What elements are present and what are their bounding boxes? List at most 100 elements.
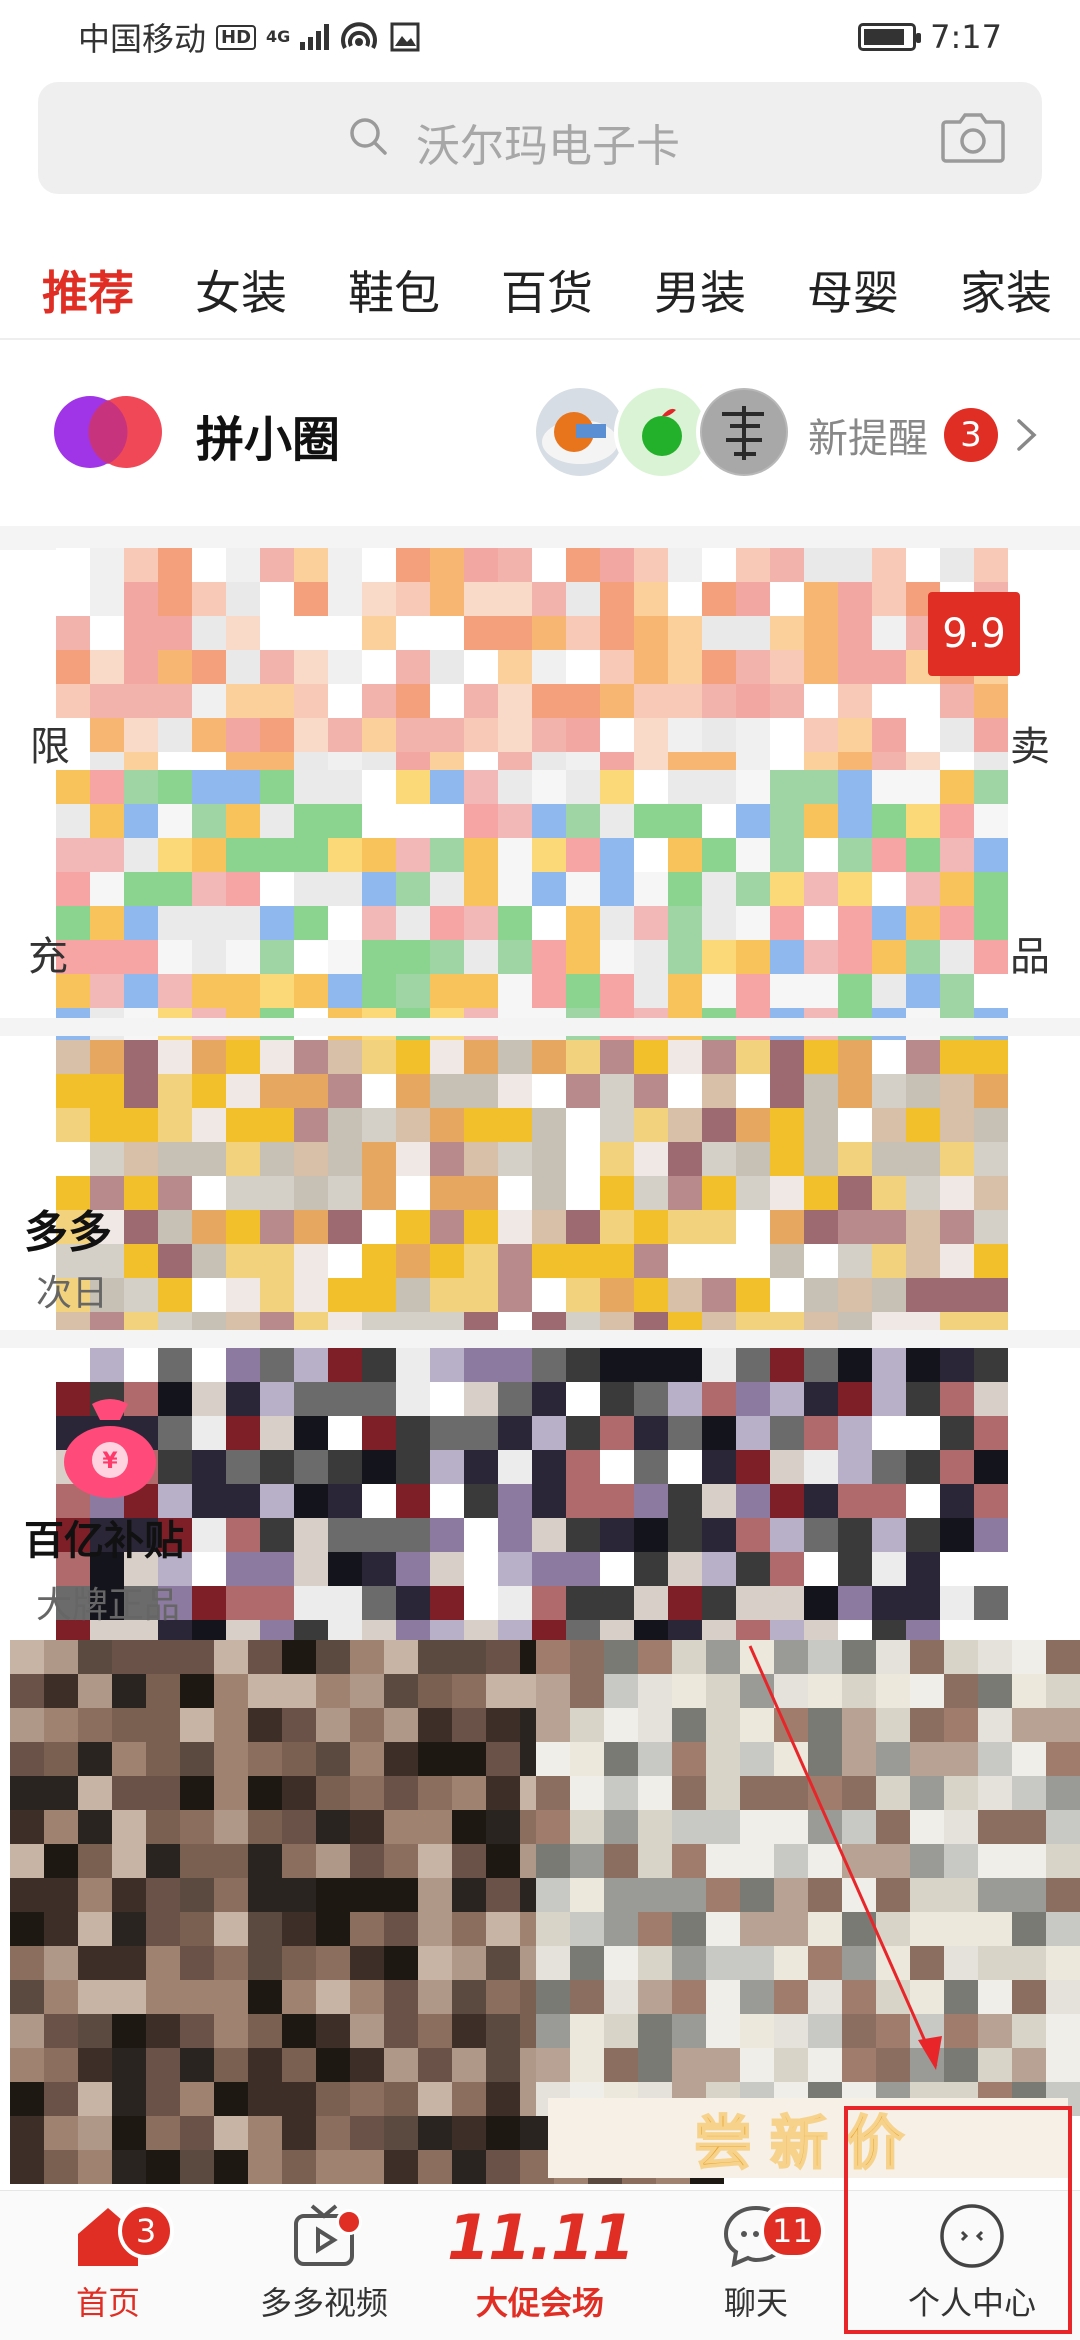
- mosaic-cell: [124, 1348, 158, 1382]
- mosaic-cell: [702, 940, 736, 974]
- mosaic-cell: [316, 2048, 350, 2082]
- mosaic-cell: [452, 1946, 486, 1980]
- mosaic-cell: [940, 548, 974, 582]
- mosaic-cell: [566, 974, 600, 1008]
- mosaic-cell: [294, 1348, 328, 1382]
- mosaic-cell: [872, 872, 906, 906]
- mosaic-cell: [804, 872, 838, 906]
- mosaic-cell: [56, 1074, 90, 1108]
- mosaic-cell: [260, 650, 294, 684]
- mosaic-cell: [808, 1980, 842, 2014]
- mosaic-cell: [668, 1108, 702, 1142]
- mosaic-cell: [736, 1382, 770, 1416]
- mosaic-cell: [906, 1210, 940, 1244]
- tab-general[interactable]: 百货: [501, 257, 593, 323]
- mosaic-cell: [736, 616, 770, 650]
- mosaic-cell: [842, 1640, 876, 1674]
- mosaic-cell: [566, 1586, 600, 1620]
- mosaic-cell: [978, 1674, 1012, 1708]
- nav-home[interactable]: 3 首页: [0, 2191, 216, 2340]
- mosaic-cell: [112, 1980, 146, 2014]
- mosaic-cell: [1012, 1878, 1046, 1912]
- mosaic-cell: [260, 770, 294, 804]
- mosaic-cell: [600, 872, 634, 906]
- mosaic-cell: [158, 1074, 192, 1108]
- mosaic-cell: [804, 1244, 838, 1278]
- mosaic-cell: [566, 872, 600, 906]
- mosaic-block: [56, 1040, 1008, 1346]
- search-placeholder[interactable]: 沃尔玛电子卡: [416, 110, 680, 174]
- search-bar[interactable]: 沃尔玛电子卡: [38, 82, 1042, 194]
- mosaic-cell: [396, 1040, 430, 1074]
- mosaic-cell: [430, 616, 464, 650]
- mosaic-cell: [294, 940, 328, 974]
- mosaic-cell: [44, 1946, 78, 1980]
- mosaic-cell: [872, 1416, 906, 1450]
- mosaic-cell: [396, 872, 430, 906]
- mosaic-cell: [328, 582, 362, 616]
- mosaic-cell: [464, 838, 498, 872]
- tab-shoes-bags[interactable]: 鞋包: [348, 257, 440, 323]
- mosaic-cell: [600, 1382, 634, 1416]
- mosaic-cell: [740, 2048, 774, 2082]
- mosaic-cell: [78, 1878, 112, 1912]
- pin-circle-row[interactable]: 拼小圈 新提醒 3: [0, 342, 1080, 522]
- nav-chat[interactable]: 11 聊天: [648, 2191, 864, 2340]
- mosaic-cell: [842, 1742, 876, 1776]
- mosaic-cell: [418, 1878, 452, 1912]
- mosaic-cell: [774, 1742, 808, 1776]
- mosaic-cell: [418, 2116, 452, 2150]
- mosaic-cell: [736, 1074, 770, 1108]
- mosaic-cell: [316, 1810, 350, 1844]
- mosaic-cell: [328, 548, 362, 582]
- mosaic-cell: [486, 1742, 520, 1776]
- mosaic-cell: [842, 1674, 876, 1708]
- tab-home-decor[interactable]: 家装: [960, 257, 1052, 323]
- mosaic-cell: [294, 804, 328, 838]
- price-badge: 9.9: [928, 592, 1020, 676]
- mosaic-cell: [452, 1708, 486, 1742]
- mosaic-cell: [384, 1674, 418, 1708]
- mosaic-cell: [634, 1244, 668, 1278]
- hotspot-icon: [341, 22, 378, 49]
- home-badge: 3: [118, 2203, 174, 2259]
- mosaic-cell: [464, 804, 498, 838]
- mosaic-cell: [876, 1776, 910, 1810]
- hd-icon: HD: [216, 24, 257, 50]
- tab-women[interactable]: 女装: [195, 257, 287, 323]
- tab-recommend[interactable]: 推荐: [42, 257, 134, 323]
- mosaic-cell: [10, 1878, 44, 1912]
- mosaic-cell: [78, 1844, 112, 1878]
- mosaic-cell: [464, 1244, 498, 1278]
- tab-baby[interactable]: 母婴: [807, 257, 899, 323]
- mosaic-cell: [56, 684, 90, 718]
- mosaic-cell: [328, 1484, 362, 1518]
- mosaic-cell: [328, 872, 362, 906]
- mosaic-cell: [974, 1450, 1008, 1484]
- mosaic-cell: [362, 872, 396, 906]
- mosaic-cell: [294, 1210, 328, 1244]
- mosaic-cell: [328, 616, 362, 650]
- mosaic-cell: [328, 974, 362, 1008]
- tab-men[interactable]: 男装: [654, 257, 746, 323]
- mosaic-cell: [770, 770, 804, 804]
- mosaic-cell: [248, 1810, 282, 1844]
- mosaic-cell: [260, 1552, 294, 1586]
- mosaic-cell: [740, 1708, 774, 1742]
- mosaic-cell: [226, 974, 260, 1008]
- subsidy-title[interactable]: 百亿补贴: [24, 1508, 184, 1566]
- mosaic-cell: [56, 838, 90, 872]
- camera-icon[interactable]: [940, 110, 1006, 164]
- mosaic-cell: [1046, 2014, 1080, 2048]
- mosaic-cell: [774, 1708, 808, 1742]
- mosaic-cell: [770, 650, 804, 684]
- mosaic-cell: [192, 616, 226, 650]
- mosaic-cell: [10, 1946, 44, 1980]
- mosaic-cell: [736, 1278, 770, 1312]
- mosaic-cell: [396, 1244, 430, 1278]
- chat-badge: 11: [760, 2203, 825, 2259]
- nav-promo[interactable]: 11.11 大促会场: [432, 2191, 648, 2340]
- mosaic-cell: [702, 1518, 736, 1552]
- mosaic-cell: [1012, 1844, 1046, 1878]
- nav-video[interactable]: 多多视频: [216, 2191, 432, 2340]
